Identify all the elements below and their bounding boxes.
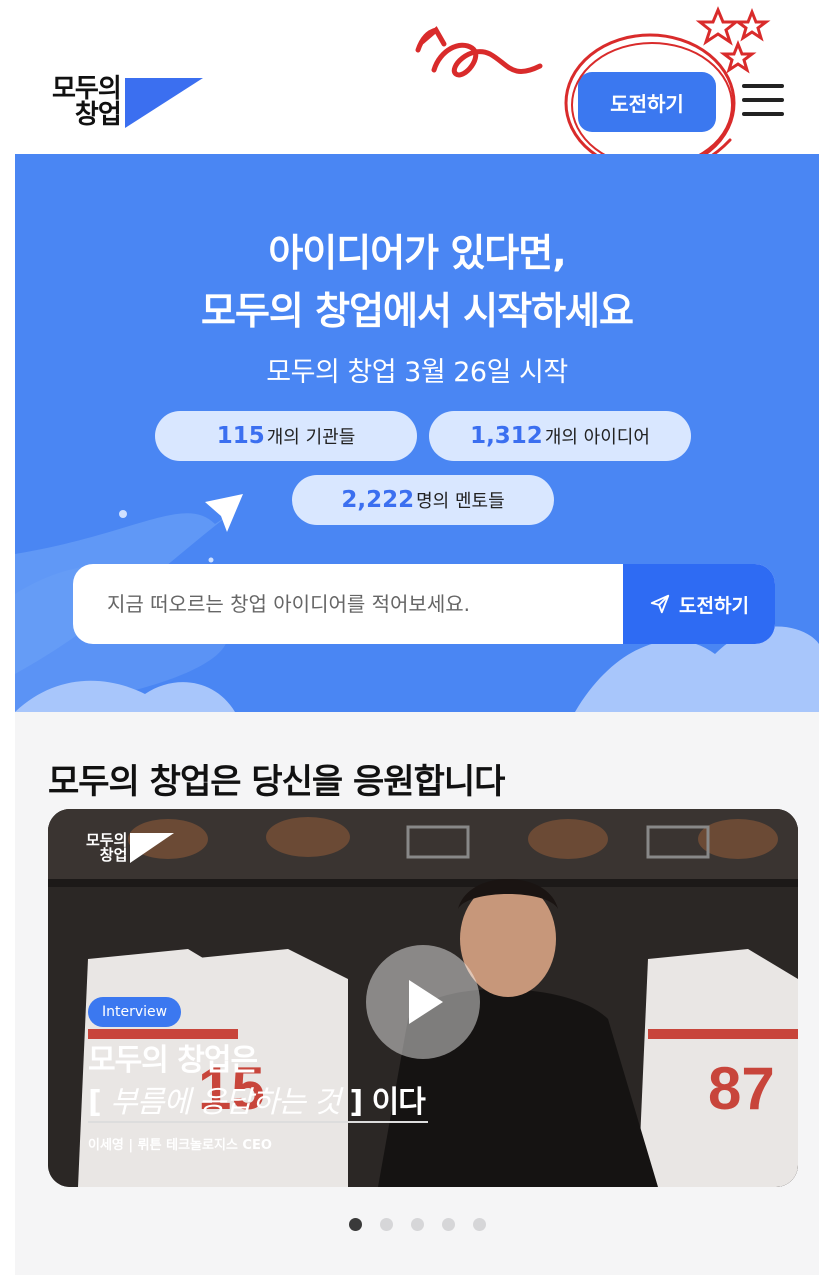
play-icon [409, 980, 443, 1024]
hero-subtitle: 모두의 창업 3월 26일 시작 [266, 357, 568, 388]
carousel-dot[interactable] [441, 1218, 455, 1231]
send-icon [650, 594, 670, 614]
carousel-dot[interactable] [348, 1218, 362, 1231]
hamburger-menu-icon[interactable] [742, 84, 784, 120]
stat-label: 명의 멘토들 [416, 491, 505, 512]
hero-banner: 아이디어가 있다면, 모두의 창업에서 시작하세요 모두의 창업 3월 26일 … [15, 154, 819, 712]
stat-pill-ideas: 1,312 개의 아이디어 [429, 411, 691, 461]
idea-input[interactable] [73, 564, 623, 644]
idea-search-bar: 도전하기 [73, 564, 775, 644]
headline-handwritten: 부름에 응답하는 것 [110, 1085, 341, 1120]
logo-line-2: 창업 [74, 100, 122, 130]
card-logo-line-2: 창업 [99, 846, 128, 864]
stat-pill-organizations: 115 개의 기관들 [155, 411, 417, 461]
stat-value: 1,312 [470, 423, 543, 449]
idea-submit-button[interactable]: 도전하기 [623, 564, 775, 644]
interview-video-card[interactable]: 87 15 모두의 창업 Interview 모두의 창업은 [ 부름에 응답하… [48, 809, 798, 1187]
headline-bracket-open: [ [88, 1085, 102, 1120]
carousel-dot[interactable] [410, 1218, 424, 1231]
stat-value: 2,222 [341, 487, 415, 513]
stat-label: 개의 기관들 [266, 427, 356, 448]
header-challenge-button[interactable]: 도전하기 [578, 72, 716, 132]
stat-label: 개의 아이디어 [544, 427, 650, 448]
support-section: 모두의 창업은 당신을 응원합니다 87 15 모두의 창업 Interview… [15, 712, 819, 1275]
card-logo-flag-icon [130, 833, 175, 863]
headline-bracket-close: ] 이다 [349, 1085, 426, 1120]
site-logo[interactable]: 모두의 창업 [52, 76, 203, 128]
carousel-dots [15, 1218, 819, 1231]
play-button[interactable] [366, 945, 480, 1059]
card-headline-1: 모두의 창업은 [88, 1043, 258, 1078]
hero-title-line-2: 모두의 창업에서 시작하세요 [201, 289, 634, 333]
jersey-number: 87 [708, 1055, 775, 1122]
interview-badge: Interview [88, 997, 182, 1027]
idea-submit-label: 도전하기 [679, 594, 749, 617]
carousel-dot[interactable] [379, 1218, 393, 1231]
stat-value: 115 [216, 423, 265, 449]
section-title: 모두의 창업은 당신을 응원합니다 [48, 762, 505, 802]
card-headline-2: [ 부름에 응답하는 것 ] 이다 [88, 1077, 426, 1121]
logo-wordmark: 모두의 창업 [52, 74, 122, 130]
card-logo: 모두의 창업 [86, 833, 175, 864]
logo-line-1: 모두의 [52, 74, 122, 104]
card-divider [88, 1121, 428, 1123]
stat-pill-mentors: 2,222 명의 멘토들 [292, 475, 554, 525]
hero-title: 아이디어가 있다면, 모두의 창업에서 시작하세요 [15, 224, 819, 340]
hero-title-line-1: 아이디어가 있다면, [268, 231, 566, 275]
logo-flag-icon [124, 78, 203, 128]
card-caption: 이세영 | 뤼튼 테크놀로지스 CEO [88, 1138, 272, 1153]
carousel-dot[interactable] [472, 1218, 486, 1231]
